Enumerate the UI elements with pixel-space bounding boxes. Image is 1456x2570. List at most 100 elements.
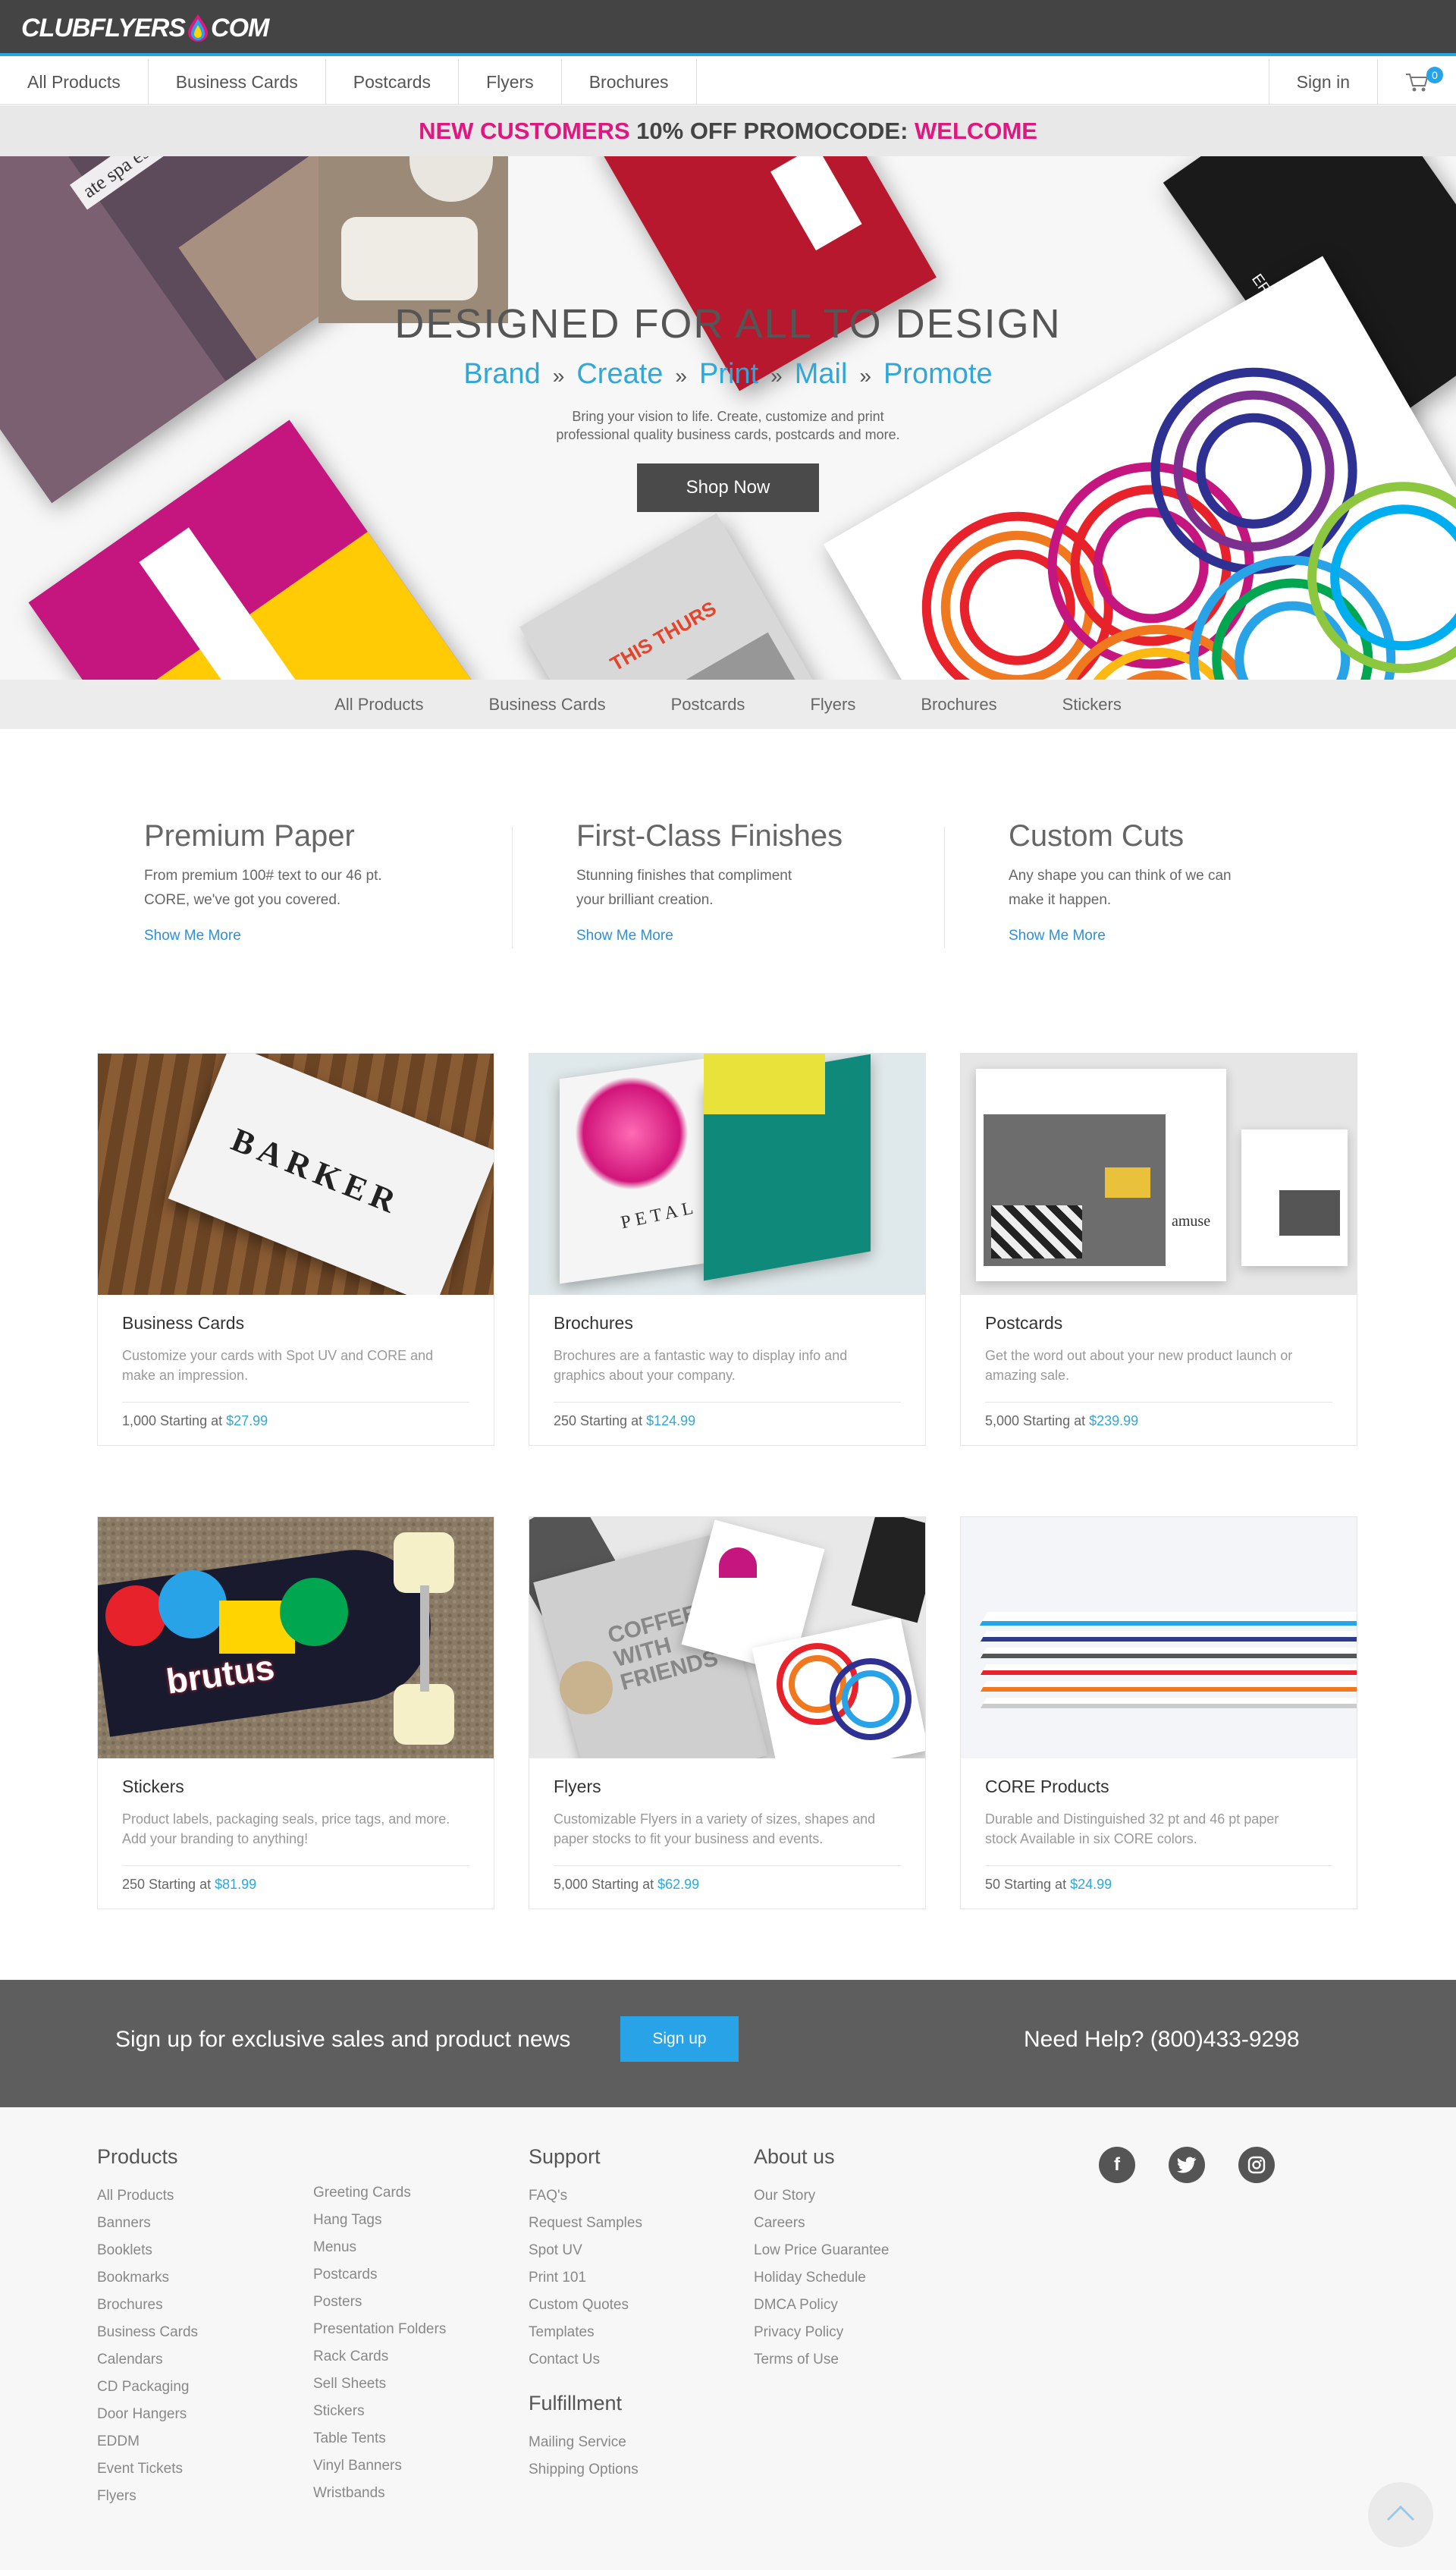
feature-desc-line1: Any shape you can think of we can: [1009, 868, 1232, 884]
cart-button[interactable]: 0: [1377, 59, 1456, 105]
logo-text-left: CLUBFLYERS: [21, 13, 186, 42]
category-brochures[interactable]: Brochures: [921, 680, 996, 729]
footer-products-column-2: Greeting Cards Hang Tags Menus Postcards…: [313, 2179, 446, 2507]
footer-link[interactable]: CD Packaging: [97, 2374, 198, 2401]
category-postcards[interactable]: Postcards: [671, 680, 745, 729]
show-me-more-link[interactable]: Show Me More: [1009, 928, 1327, 944]
nav-brochures[interactable]: Brochures: [562, 59, 697, 105]
product-quantity: 1,000 Starting at: [122, 1413, 227, 1428]
nav-right: Sign in 0: [1268, 59, 1456, 105]
footer-link[interactable]: Contact Us: [529, 2346, 642, 2374]
site-logo[interactable]: CLUBFLYERS COM: [21, 11, 269, 46]
product-quantity: 5,000 Starting at: [554, 1877, 658, 1892]
footer-link[interactable]: Careers: [754, 2210, 890, 2237]
footer-link[interactable]: Low Price Guarantee: [754, 2237, 890, 2264]
step-promote: Promote: [883, 358, 993, 390]
product-card-business-cards[interactable]: BARKER Business Cards Customize your car…: [97, 1053, 494, 1446]
footer-link[interactable]: Booklets: [97, 2237, 198, 2264]
footer-link[interactable]: Hang Tags: [313, 2207, 446, 2234]
step-mail: Mail: [794, 358, 848, 390]
category-flyers[interactable]: Flyers: [810, 680, 855, 729]
footer-link[interactable]: Postcards: [313, 2261, 446, 2289]
footer-link[interactable]: All Products: [97, 2182, 198, 2210]
shop-now-button[interactable]: Shop Now: [637, 463, 819, 512]
nav-postcards[interactable]: Postcards: [326, 59, 460, 105]
footer-about-title: About us: [754, 2145, 835, 2168]
footer-link[interactable]: Privacy Policy: [754, 2319, 890, 2346]
footer-link[interactable]: Banners: [97, 2210, 198, 2237]
footer-link[interactable]: Posters: [313, 2289, 446, 2316]
nav-business-cards[interactable]: Business Cards: [149, 59, 326, 105]
footer-link[interactable]: Mailing Service: [529, 2429, 642, 2456]
twitter-icon[interactable]: [1169, 2147, 1205, 2183]
feature-custom-cuts: Custom Cuts Any shape you can think of w…: [1009, 819, 1327, 944]
instagram-icon[interactable]: [1238, 2147, 1275, 2183]
product-price-row: 250 Starting at $81.99: [122, 1865, 469, 1893]
category-all-products[interactable]: All Products: [334, 680, 423, 729]
product-card-brochures[interactable]: PETAL Brochures Brochures are a fantasti…: [529, 1053, 926, 1446]
footer-about-column: About us Our Story Careers Low Price Gua…: [754, 2145, 890, 2374]
footer-link[interactable]: Calendars: [97, 2346, 198, 2374]
footer-link[interactable]: Custom Quotes: [529, 2292, 642, 2319]
product-card-flyers[interactable]: COFFEE WITH FRIENDS Flyers Customizable …: [529, 1516, 926, 1909]
category-business-cards[interactable]: Business Cards: [489, 680, 606, 729]
hero-content: DESIGNED FOR ALL TO DESIGN Brand » Create »…: [349, 300, 1107, 512]
footer-link[interactable]: EDDM: [97, 2428, 198, 2455]
signin-link[interactable]: Sign in: [1268, 59, 1377, 105]
footer-link[interactable]: Stickers: [313, 2398, 446, 2425]
footer-link[interactable]: Shipping Options: [529, 2456, 642, 2484]
signup-button[interactable]: Sign up: [620, 2016, 739, 2062]
footer-link[interactable]: Sell Sheets: [313, 2370, 446, 2398]
footer-link[interactable]: Bookmarks: [97, 2264, 198, 2292]
footer-link[interactable]: Greeting Cards: [313, 2179, 446, 2207]
footer-link[interactable]: Wristbands: [313, 2480, 446, 2507]
footer-link[interactable]: Menus: [313, 2234, 446, 2261]
feature-desc-line1: From premium 100# text to our 46 pt.: [144, 868, 382, 884]
footer-link[interactable]: Rack Cards: [313, 2343, 446, 2370]
show-me-more-link[interactable]: Show Me More: [576, 928, 895, 944]
product-price: $239.99: [1089, 1413, 1139, 1428]
footer-link[interactable]: FAQ's: [529, 2182, 642, 2210]
newsletter-bar: Sign up for exclusive sales and product …: [0, 1980, 1456, 2107]
chevron-up-icon: [1386, 2505, 1415, 2521]
nav-flyers[interactable]: Flyers: [459, 59, 562, 105]
product-price-row: 250 Starting at $124.99: [554, 1402, 901, 1429]
product-price: $24.99: [1070, 1877, 1112, 1892]
footer-link[interactable]: Business Cards: [97, 2319, 198, 2346]
footer-link[interactable]: Table Tents: [313, 2425, 446, 2452]
footer-products-title: Products: [97, 2145, 178, 2168]
product-card-core-products[interactable]: CORE Products Durable and Distinguished …: [960, 1516, 1357, 1909]
footer-link[interactable]: Request Samples: [529, 2210, 642, 2237]
feature-desc-line2: make it happen.: [1009, 892, 1112, 908]
footer-link[interactable]: Spot UV: [529, 2237, 642, 2264]
facebook-icon[interactable]: f: [1099, 2147, 1135, 2183]
footer-link[interactable]: DMCA Policy: [754, 2292, 890, 2319]
footer-link[interactable]: Our Story: [754, 2182, 890, 2210]
product-desc-line1: Brochures are a fantastic way to display…: [554, 1348, 848, 1363]
footer-link[interactable]: Presentation Folders: [313, 2316, 446, 2343]
category-stickers[interactable]: Stickers: [1062, 680, 1122, 729]
product-quantity: 250 Starting at: [122, 1877, 215, 1892]
footer-link[interactable]: Vinyl Banners: [313, 2452, 446, 2480]
footer-link[interactable]: Door Hangers: [97, 2401, 198, 2428]
footer-link[interactable]: Terms of Use: [754, 2346, 890, 2374]
footer-link[interactable]: Event Tickets: [97, 2455, 198, 2483]
footer-link[interactable]: Print 101: [529, 2264, 642, 2292]
stickers-image: brutus: [98, 1517, 494, 1758]
hero-title: DESIGNED FOR ALL TO DESIGN: [394, 301, 1062, 347]
footer-link[interactable]: Brochures: [97, 2292, 198, 2319]
show-me-more-link[interactable]: Show Me More: [144, 928, 463, 944]
footer-link[interactable]: Templates: [529, 2319, 642, 2346]
product-name: Postcards: [985, 1313, 1063, 1333]
product-card-body: Business Cards Customize your cards with…: [98, 1295, 494, 1429]
product-card-postcards[interactable]: amuse Postcards Get the word out about y…: [960, 1053, 1357, 1446]
product-description: Product labels, packaging seals, price t…: [122, 1809, 469, 1852]
footer-link[interactable]: Holiday Schedule: [754, 2264, 890, 2292]
footer-link[interactable]: Flyers: [97, 2483, 198, 2510]
product-price-row: 5,000 Starting at $239.99: [985, 1402, 1332, 1429]
back-to-top-button[interactable]: [1368, 2482, 1433, 2547]
product-card-stickers[interactable]: brutus Stickers Product labels, packagin…: [97, 1516, 494, 1909]
nav-all-products[interactable]: All Products: [0, 59, 149, 105]
feature-first-class-finishes: First-Class Finishes Stunning finishes t…: [576, 819, 895, 944]
product-price: $27.99: [226, 1413, 268, 1428]
